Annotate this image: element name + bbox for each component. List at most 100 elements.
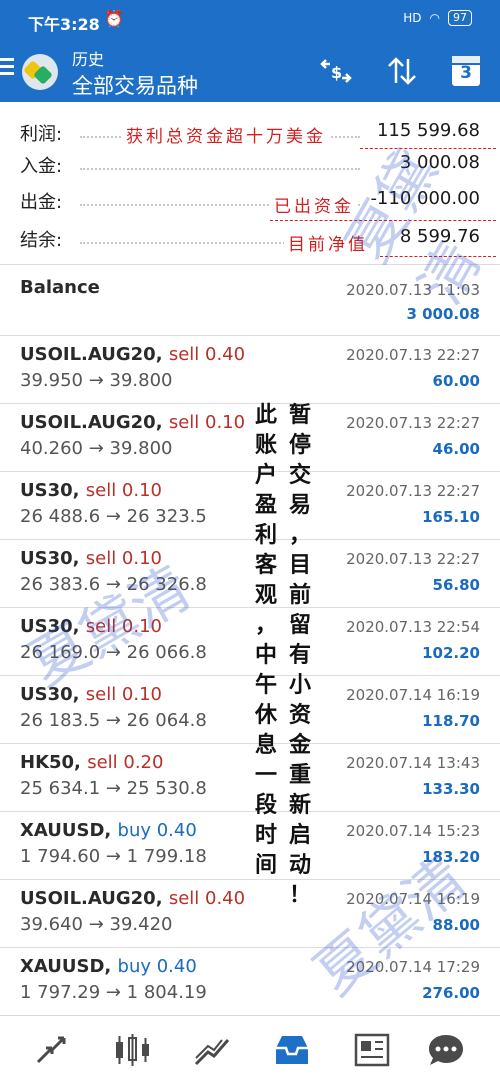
deal-date: 2020.07.13 11:03 — [346, 281, 480, 299]
status-time: 下午3:28 — [28, 15, 100, 34]
deal-side: sell 0.10 — [168, 412, 246, 433]
summary-label: 入金: — [20, 156, 63, 177]
quotes-chart-icon[interactable] — [112, 1032, 152, 1068]
bottom-navigation — [0, 1015, 500, 1084]
summary-value: -110 000.00 — [370, 188, 480, 209]
deal-prices: 26 488.6 → 26 323.5 — [20, 506, 207, 527]
deal-row[interactable]: HK50, sell 0.20 25 634.1 → 25 530.8 2020.0… — [0, 744, 500, 812]
summary-label: 利润: — [20, 124, 63, 145]
deal-date: 2020.07.14 17:29 — [346, 958, 480, 976]
annotation-char: 观 — [254, 582, 277, 608]
annotation-char: 有 — [288, 642, 311, 668]
summary-row-balance: 结余: 8 599.76 — [20, 226, 480, 256]
deal-side: sell 0.40 — [168, 888, 246, 909]
deal-row[interactable]: US30, sell 0.10 26 183.5 → 26 064.8 2020.0… — [0, 676, 500, 744]
deal-row[interactable]: USOIL.AUG20, sell 0.40 39.640 → 39.420 202… — [0, 880, 500, 948]
deal-row[interactable]: USOIL.AUG20, sell 0.40 39.950 → 39.800 202… — [0, 336, 500, 404]
trade-icon[interactable] — [32, 1032, 72, 1068]
menu-icon[interactable] — [0, 58, 14, 79]
annotation-char: 动 — [288, 852, 311, 878]
deal-side: sell 0.10 — [85, 684, 163, 705]
summary-label: 出金: — [20, 192, 63, 213]
wifi-icon: ◠ — [429, 11, 440, 25]
deal-side: sell 0.10 — [85, 616, 163, 637]
deal-row[interactable]: US30, sell 0.10 26 383.6 → 26 326.8 2020.0… — [0, 540, 500, 608]
deposit-exchange-icon[interactable]: $ — [316, 54, 356, 88]
signal-icon: HD — [403, 11, 422, 25]
app-bar: 历史 全部交易品种 $ 3 — [0, 40, 500, 102]
deal-date: 2020.07.14 13:43 — [346, 754, 480, 772]
deal-symbol: US30, sell 0.10 — [20, 684, 162, 705]
deal-profit: 165.10 — [422, 508, 480, 526]
deal-date: 2020.07.14 15:23 — [346, 822, 480, 840]
sort-icon[interactable] — [382, 54, 422, 88]
deal-symbol-name: US30, — [20, 480, 80, 501]
deal-symbol-name: XAUUSD, — [20, 820, 112, 841]
annotation-char: 暂 — [288, 402, 311, 428]
deal-symbol-name: HK50, — [20, 752, 81, 773]
annotation-char: 重 — [288, 762, 311, 788]
chat-icon[interactable] — [426, 1032, 466, 1068]
annotation-char: 利 — [254, 522, 277, 548]
deal-symbol-name: US30, — [20, 684, 80, 705]
annotation-char: 此 — [254, 402, 277, 428]
deal-profit: 276.00 — [422, 984, 480, 1002]
page-subtitle: 历史 — [72, 50, 105, 69]
balance-entry[interactable]: Balance 2020.07.13 11:03 3 000.08 — [0, 265, 500, 336]
deal-date: 2020.07.13 22:54 — [346, 618, 480, 636]
annotation-char: 息 — [254, 732, 277, 758]
annotation-char: 休 — [254, 702, 277, 728]
svg-text:$: $ — [331, 63, 342, 82]
deal-date: 2020.07.13 22:27 — [346, 482, 480, 500]
deal-prices: 25 634.1 → 25 530.8 — [20, 778, 207, 799]
calendar-icon[interactable]: 3 — [452, 56, 480, 86]
deal-symbol: XAUUSD, buy 0.40 — [20, 820, 197, 841]
annotation-char: 留 — [288, 612, 311, 638]
annotation-vertical-left: 此账户盈利客观 ， 中午休息一段时间 — [254, 400, 278, 880]
deal-profit: 60.00 — [432, 372, 480, 390]
annotation-char: 一 — [254, 762, 277, 788]
annotation-char: 交 — [288, 462, 311, 488]
deal-date: 2020.07.13 22:27 — [346, 414, 480, 432]
annotation-char: 客 — [254, 552, 277, 578]
deal-symbol: USOIL.AUG20, sell 0.40 — [20, 344, 245, 365]
analytics-icon[interactable] — [192, 1032, 232, 1068]
deal-side: buy 0.40 — [117, 820, 197, 841]
annotation-char: 小 — [288, 672, 311, 698]
deal-prices: 26 169.0 → 26 066.8 — [20, 642, 207, 663]
deal-prices: 1 794.60 → 1 799.18 — [20, 846, 207, 867]
deal-row[interactable]: USOIL.AUG20, sell 0.10 40.260 → 39.800 202… — [0, 404, 500, 472]
deal-date: 2020.07.13 22:27 — [346, 550, 480, 568]
annotation-char: 目 — [288, 552, 311, 578]
deal-prices: 26 383.6 → 26 326.8 — [20, 574, 207, 595]
deal-side: buy 0.40 — [117, 956, 197, 977]
deal-row[interactable]: XAUUSD, buy 0.40 1 794.60 → 1 799.18 2020.… — [0, 812, 500, 880]
deal-prices: 26 183.5 → 26 064.8 — [20, 710, 207, 731]
deal-row[interactable]: XAUUSD, buy 0.40 1 797.29 → 1 804.19 2020.… — [0, 948, 500, 1016]
annotation-char: 账 — [254, 432, 277, 458]
deal-prices: 40.260 → 39.800 — [20, 438, 173, 459]
news-icon[interactable] — [352, 1032, 392, 1068]
history-icon[interactable] — [272, 1032, 312, 1068]
annotation-char: 户 — [254, 462, 277, 488]
deal-symbol: USOIL.AUG20, sell 0.40 — [20, 888, 245, 909]
annotation-equity: 目前净值 — [284, 230, 372, 255]
summary-value: 8 599.76 — [399, 226, 480, 247]
deal-profit: 102.20 — [422, 644, 480, 662]
deal-side: sell 0.20 — [87, 752, 164, 773]
annotation-vertical-right: 暂停交易 ， 目前留有小资金重新启动 ！ — [288, 400, 312, 910]
deal-prices: 39.950 → 39.800 — [20, 370, 173, 391]
deal-row[interactable]: US30, sell 0.10 26 488.6 → 26 323.5 2020.0… — [0, 472, 500, 540]
alarm-icon: ⏰ — [104, 9, 124, 28]
deal-side: sell 0.40 — [168, 344, 246, 365]
deal-prices: 39.640 → 39.420 — [20, 914, 173, 935]
symbol-filter[interactable]: 全部交易品种 — [72, 70, 198, 100]
deal-symbol-name: XAUUSD, — [20, 956, 112, 977]
annotation-char: 新 — [288, 792, 311, 818]
annotation-withdraw: 已出资金 — [270, 192, 358, 217]
deal-date: 2020.07.13 22:27 — [346, 346, 480, 364]
balance-amount: 3 000.08 — [406, 305, 480, 323]
deal-row[interactable]: US30, sell 0.10 26 169.0 → 26 066.8 2020.0… — [0, 608, 500, 676]
app-logo — [22, 54, 58, 90]
annotation-char: 启 — [288, 822, 311, 848]
